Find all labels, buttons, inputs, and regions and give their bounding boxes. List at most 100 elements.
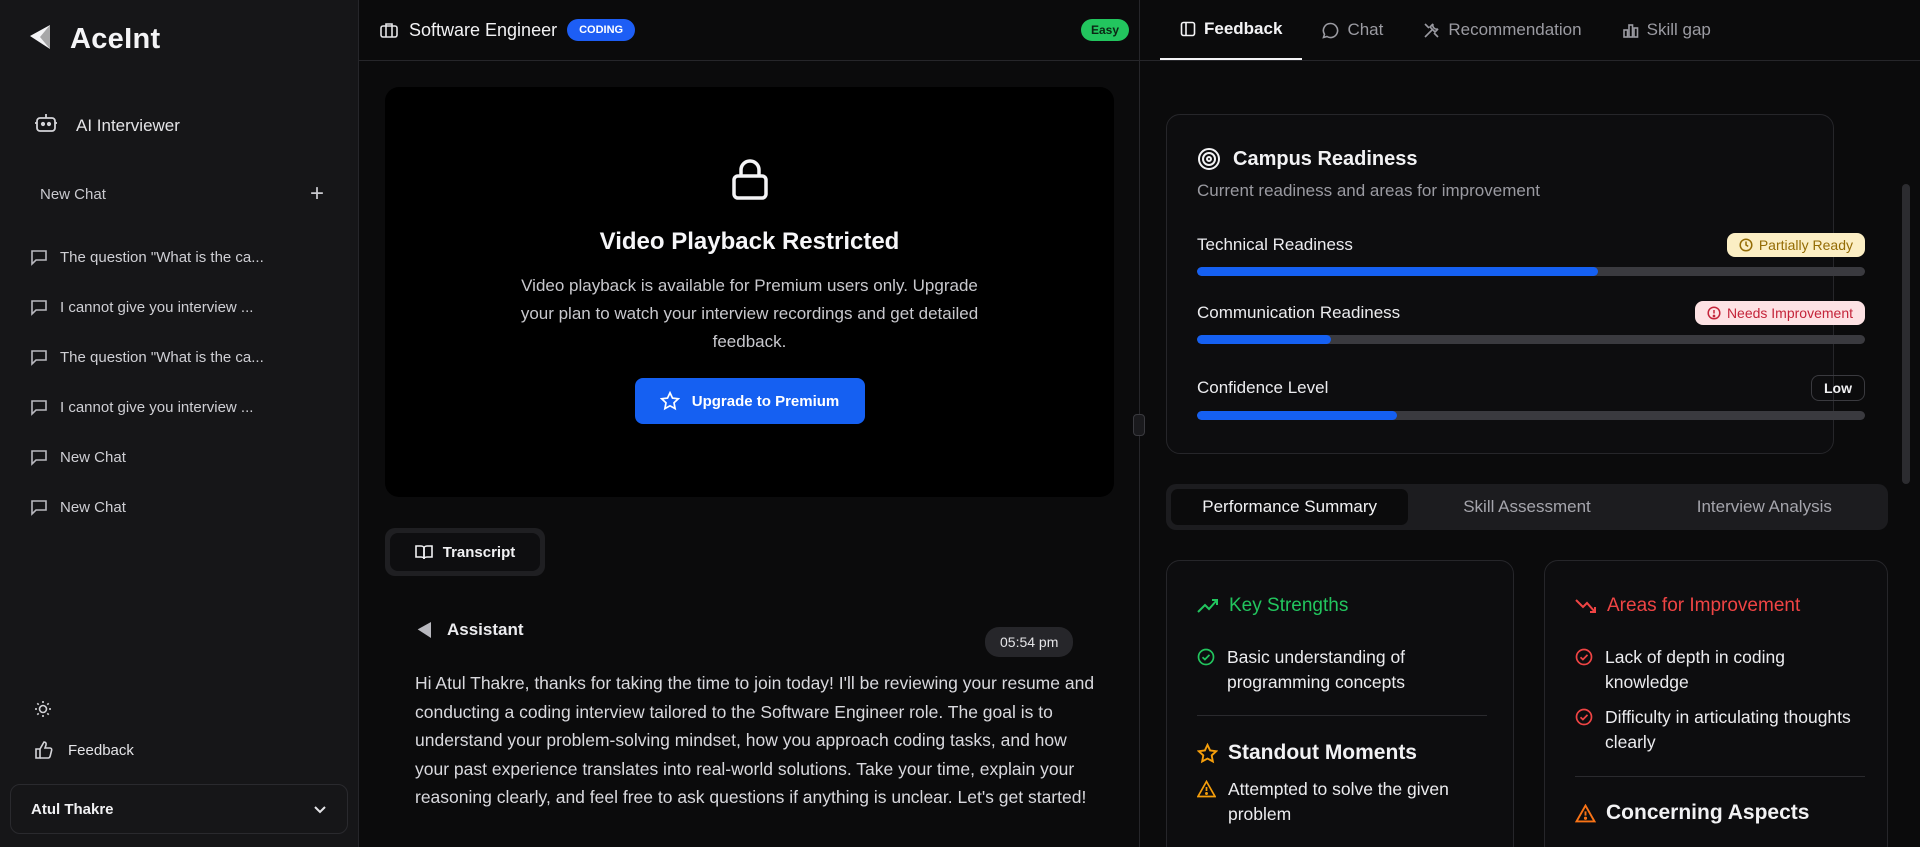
metric-label: Technical Readiness [1197,235,1353,254]
improvement-text: Difficulty in articulating thoughts clea… [1605,707,1851,752]
app-root: AceInt AI Interviewer New Chat + The que… [0,0,1920,847]
chat-history-label: I cannot give you interview ... [60,298,254,316]
assistant-logo-icon [417,622,431,638]
feedback-label: Feedback [68,741,134,759]
metric-technical: Technical Readiness Partially Ready [1197,233,1865,276]
chat-history-item[interactable]: I cannot give you interview ... [30,382,340,432]
progress-fill [1197,267,1598,276]
brand[interactable]: AceInt [26,22,160,57]
concerning-aspects-title: Concerning Aspects [1606,801,1810,824]
key-strengths-title: Key Strengths [1229,595,1349,616]
check-circle-icon [1197,648,1215,666]
chat-history-item[interactable]: I cannot give you interview ... [30,282,340,332]
metric-label: Communication Readiness [1197,303,1401,322]
status-badge-text: Needs Improvement [1726,305,1853,321]
progress-bar [1197,267,1865,276]
tab-skill-gap-label: Skill gap [1646,20,1711,39]
metric-row: Technical Readiness Partially Ready [1197,233,1865,257]
ai-interviewer-label: AI Interviewer [76,115,180,135]
trending-down-icon [1575,599,1596,613]
list-item: Difficulty in articulating thoughts clea… [1575,705,1865,755]
video-restricted-description: Video playback is available for Premium … [520,276,979,351]
improvement-text: Lack of depth in coding knowledge [1605,647,1785,692]
bar-chart-icon [1622,23,1638,38]
tab-skill-gap[interactable]: Skill gap [1602,0,1731,60]
status-badge: Low [1811,375,1865,401]
feedback-link[interactable]: Feedback [34,740,134,760]
divider [1575,776,1865,777]
brand-name: AceInt [70,23,161,55]
chat-history-item[interactable]: New Chat [30,432,340,482]
video-player: Video Playback Restricted Video playback… [385,87,1114,497]
subtab-interview-analysis[interactable]: Interview Analysis [1646,489,1883,525]
tab-chat[interactable]: Chat [1302,0,1403,60]
chat-icon [1322,22,1339,39]
areas-improvement-heading: Areas for Improvement [1575,595,1800,617]
tools-icon [1424,22,1439,38]
analysis-subtabs: Performance Summary Skill Assessment Int… [1166,484,1888,530]
metric-label: Confidence Level [1197,378,1329,397]
star-icon [1197,742,1218,763]
trending-up-icon [1197,599,1218,613]
metric-communication: Communication Readiness Needs Improvemen… [1197,301,1865,344]
chat-history-item[interactable]: New Chat [30,482,340,532]
star-icon [659,391,680,411]
standout-moments-title: Standout Moments [1228,741,1417,764]
alert-circle-icon [1707,306,1721,320]
thumbs-up-icon [35,741,53,759]
strength-text: Basic understanding of programming conce… [1227,647,1406,692]
user-name: Atul Thakre [31,800,114,818]
campus-readiness-subtitle: Current readiness and areas for improvem… [1197,181,1540,200]
interview-type-badge: CODING [567,19,636,41]
chat-history-label: New Chat [60,448,126,466]
chat-bubble-icon [31,350,47,366]
metric-confidence: Confidence Level Low [1197,375,1865,420]
status-badge: Partially Ready [1726,233,1865,257]
transcript-tab[interactable]: Transcript [385,528,545,576]
tab-feedback[interactable]: Feedback [1160,0,1303,60]
new-chat-row: New Chat + [40,182,324,206]
upgrade-premium-button[interactable]: Upgrade to Premium [634,378,865,424]
subtab-performance-summary[interactable]: Performance Summary [1171,489,1409,525]
chat-history-item[interactable]: The question "What is the ca... [30,232,340,282]
tab-feedback-label: Feedback [1204,19,1283,38]
metric-row: Confidence Level Low [1197,375,1865,401]
message-role: Assistant [447,620,524,639]
warning-triangle-icon [1575,803,1596,822]
subtab-skill-assessment[interactable]: Skill Assessment [1408,489,1645,525]
campus-readiness-card: Campus Readiness Current readiness and a… [1166,114,1865,454]
new-chat-plus-icon[interactable]: + [310,182,324,206]
chevron-down-icon [314,806,326,814]
clock-icon [1739,238,1753,252]
ai-interviewer-link[interactable]: AI Interviewer [34,112,180,139]
tab-chat-label: Chat [1347,20,1384,39]
chat-history-item[interactable]: The question "What is the ca... [30,332,340,382]
transcript-tab-label: Transcript [442,543,516,561]
transcript-tab-inner: Transcript [390,533,540,571]
chat-history-label: The question "What is the ca... [60,248,264,266]
scrollbar[interactable] [1902,184,1910,484]
sun-icon [35,701,51,717]
tab-recommendation-label: Recommendation [1448,20,1582,39]
list-item: Attempted to solve the given problem [1197,777,1487,827]
theme-toggle-button[interactable] [34,700,52,723]
chat-history-list: The question "What is the ca... I cannot… [30,232,340,532]
warning-triangle-icon [1197,780,1216,798]
campus-readiness-title-text: Campus Readiness [1233,147,1418,170]
progress-bar [1197,335,1865,344]
strengths-card: Key Strengths Basic understanding of pro… [1166,560,1514,847]
areas-improvement-title: Areas for Improvement [1607,595,1801,616]
improvement-card: Areas for Improvement Lack of depth in c… [1544,560,1888,847]
robot-icon [34,112,58,139]
sidebar: AceInt AI Interviewer New Chat + The que… [0,0,359,847]
upgrade-premium-label: Upgrade to Premium [691,392,840,410]
tab-recommendation[interactable]: Recommendation [1403,0,1601,60]
chat-bubble-icon [31,500,47,516]
difficulty-badge: Easy [1080,19,1129,41]
interview-panel: Software Engineer CODING Easy Video Play… [359,0,1140,847]
panel-resize-handle[interactable] [1133,414,1145,436]
target-icon [1198,148,1220,170]
user-menu[interactable]: Atul Thakre [10,784,348,834]
check-circle-icon [1575,648,1593,666]
list-item: Basic understanding of programming conce… [1197,645,1487,695]
